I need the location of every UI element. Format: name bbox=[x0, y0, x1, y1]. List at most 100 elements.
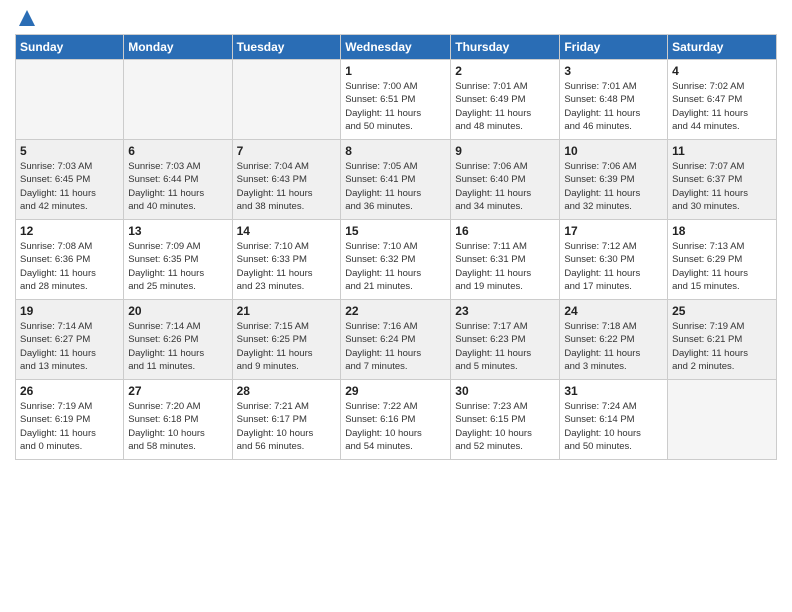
calendar-table: SundayMondayTuesdayWednesdayThursdayFrid… bbox=[15, 34, 777, 460]
calendar-week-row: 5 Sunrise: 7:03 AM Sunset: 6:45 PM Daylig… bbox=[16, 140, 777, 220]
day-number: 22 bbox=[345, 304, 446, 318]
day-info: Sunrise: 7:15 AM Sunset: 6:25 PM Dayligh… bbox=[237, 320, 337, 373]
calendar-day-cell: 14 Sunrise: 7:10 AM Sunset: 6:33 PM Dayli… bbox=[232, 220, 341, 300]
day-info: Sunrise: 7:11 AM Sunset: 6:31 PM Dayligh… bbox=[455, 240, 555, 293]
weekday-header-tuesday: Tuesday bbox=[232, 35, 341, 60]
calendar-day-cell: 5 Sunrise: 7:03 AM Sunset: 6:45 PM Daylig… bbox=[16, 140, 124, 220]
day-number: 8 bbox=[345, 144, 446, 158]
logo-text bbox=[15, 10, 37, 30]
calendar-header: SundayMondayTuesdayWednesdayThursdayFrid… bbox=[16, 35, 777, 60]
calendar-day-cell: 16Sunrise: 7:11 AM Sunset: 6:31 PM Dayli… bbox=[451, 220, 560, 300]
calendar-day-cell: 20 Sunrise: 7:14 AM Sunset: 6:26 PM Dayli… bbox=[124, 300, 232, 380]
calendar-day-cell: 7Sunrise: 7:04 AM Sunset: 6:43 PM Daylig… bbox=[232, 140, 341, 220]
day-info: Sunrise: 7:04 AM Sunset: 6:43 PM Dayligh… bbox=[237, 160, 337, 213]
calendar-day-cell: 10 Sunrise: 7:06 AM Sunset: 6:39 PM Dayli… bbox=[560, 140, 668, 220]
day-number: 3 bbox=[564, 64, 663, 78]
day-info: Sunrise: 7:03 AM Sunset: 6:45 PM Dayligh… bbox=[20, 160, 119, 213]
day-number: 19 bbox=[20, 304, 119, 318]
calendar-day-cell: 27Sunrise: 7:20 AM Sunset: 6:18 PM Dayli… bbox=[124, 380, 232, 460]
day-number: 11 bbox=[672, 144, 772, 158]
weekday-header-saturday: Saturday bbox=[668, 35, 777, 60]
calendar-day-cell: 12Sunrise: 7:08 AM Sunset: 6:36 PM Dayli… bbox=[16, 220, 124, 300]
day-info: Sunrise: 7:17 AM Sunset: 6:23 PM Dayligh… bbox=[455, 320, 555, 373]
day-info: Sunrise: 7:10 AM Sunset: 6:32 PM Dayligh… bbox=[345, 240, 446, 293]
weekday-row: SundayMondayTuesdayWednesdayThursdayFrid… bbox=[16, 35, 777, 60]
day-number: 2 bbox=[455, 64, 555, 78]
day-number: 31 bbox=[564, 384, 663, 398]
day-number: 17 bbox=[564, 224, 663, 238]
calendar-day-cell: 2Sunrise: 7:01 AM Sunset: 6:49 PM Daylig… bbox=[451, 60, 560, 140]
calendar-day-cell: 25Sunrise: 7:19 AM Sunset: 6:21 PM Dayli… bbox=[668, 300, 777, 380]
calendar-week-row: 19Sunrise: 7:14 AM Sunset: 6:27 PM Dayli… bbox=[16, 300, 777, 380]
day-number: 20 bbox=[128, 304, 227, 318]
calendar-day-cell: 9 Sunrise: 7:06 AM Sunset: 6:40 PM Daylig… bbox=[451, 140, 560, 220]
day-info: Sunrise: 7:24 AM Sunset: 6:14 PM Dayligh… bbox=[564, 400, 663, 453]
day-info: Sunrise: 7:18 AM Sunset: 6:22 PM Dayligh… bbox=[564, 320, 663, 373]
calendar-day-cell: 3Sunrise: 7:01 AM Sunset: 6:48 PM Daylig… bbox=[560, 60, 668, 140]
weekday-header-friday: Friday bbox=[560, 35, 668, 60]
weekday-header-wednesday: Wednesday bbox=[341, 35, 451, 60]
day-info: Sunrise: 7:00 AM Sunset: 6:51 PM Dayligh… bbox=[345, 80, 446, 133]
calendar-day-cell: 17Sunrise: 7:12 AM Sunset: 6:30 PM Dayli… bbox=[560, 220, 668, 300]
calendar-day-cell bbox=[668, 380, 777, 460]
day-info: Sunrise: 7:23 AM Sunset: 6:15 PM Dayligh… bbox=[455, 400, 555, 453]
calendar-day-cell: 8Sunrise: 7:05 AM Sunset: 6:41 PM Daylig… bbox=[341, 140, 451, 220]
calendar-body: 1 Sunrise: 7:00 AM Sunset: 6:51 PM Daylig… bbox=[16, 60, 777, 460]
day-number: 9 bbox=[455, 144, 555, 158]
day-number: 26 bbox=[20, 384, 119, 398]
calendar-day-cell: 19Sunrise: 7:14 AM Sunset: 6:27 PM Dayli… bbox=[16, 300, 124, 380]
day-number: 13 bbox=[128, 224, 227, 238]
day-number: 4 bbox=[672, 64, 772, 78]
day-info: Sunrise: 7:06 AM Sunset: 6:39 PM Dayligh… bbox=[564, 160, 663, 213]
calendar-day-cell: 1 Sunrise: 7:00 AM Sunset: 6:51 PM Daylig… bbox=[341, 60, 451, 140]
logo bbox=[15, 10, 37, 26]
calendar-day-cell bbox=[16, 60, 124, 140]
day-info: Sunrise: 7:06 AM Sunset: 6:40 PM Dayligh… bbox=[455, 160, 555, 213]
calendar-day-cell: 29 Sunrise: 7:22 AM Sunset: 6:16 PM Dayli… bbox=[341, 380, 451, 460]
calendar-day-cell: 28 Sunrise: 7:21 AM Sunset: 6:17 PM Dayli… bbox=[232, 380, 341, 460]
weekday-header-sunday: Sunday bbox=[16, 35, 124, 60]
day-info: Sunrise: 7:13 AM Sunset: 6:29 PM Dayligh… bbox=[672, 240, 772, 293]
day-number: 27 bbox=[128, 384, 227, 398]
day-number: 15 bbox=[345, 224, 446, 238]
day-number: 29 bbox=[345, 384, 446, 398]
day-info: Sunrise: 7:19 AM Sunset: 6:19 PM Dayligh… bbox=[20, 400, 119, 453]
day-info: Sunrise: 7:16 AM Sunset: 6:24 PM Dayligh… bbox=[345, 320, 446, 373]
calendar-day-cell: 21Sunrise: 7:15 AM Sunset: 6:25 PM Dayli… bbox=[232, 300, 341, 380]
calendar-day-cell: 23 Sunrise: 7:17 AM Sunset: 6:23 PM Dayli… bbox=[451, 300, 560, 380]
day-number: 5 bbox=[20, 144, 119, 158]
weekday-header-thursday: Thursday bbox=[451, 35, 560, 60]
calendar-day-cell: 24 Sunrise: 7:18 AM Sunset: 6:22 PM Dayli… bbox=[560, 300, 668, 380]
day-number: 24 bbox=[564, 304, 663, 318]
day-number: 23 bbox=[455, 304, 555, 318]
calendar-week-row: 1 Sunrise: 7:00 AM Sunset: 6:51 PM Daylig… bbox=[16, 60, 777, 140]
header bbox=[15, 10, 777, 26]
day-info: Sunrise: 7:08 AM Sunset: 6:36 PM Dayligh… bbox=[20, 240, 119, 293]
day-number: 18 bbox=[672, 224, 772, 238]
day-info: Sunrise: 7:14 AM Sunset: 6:26 PM Dayligh… bbox=[128, 320, 227, 373]
calendar-day-cell: 22 Sunrise: 7:16 AM Sunset: 6:24 PM Dayli… bbox=[341, 300, 451, 380]
calendar-day-cell: 4 Sunrise: 7:02 AM Sunset: 6:47 PM Daylig… bbox=[668, 60, 777, 140]
calendar-day-cell: 31 Sunrise: 7:24 AM Sunset: 6:14 PM Dayli… bbox=[560, 380, 668, 460]
logo-icon bbox=[17, 8, 37, 28]
day-info: Sunrise: 7:22 AM Sunset: 6:16 PM Dayligh… bbox=[345, 400, 446, 453]
day-number: 10 bbox=[564, 144, 663, 158]
page: SundayMondayTuesdayWednesdayThursdayFrid… bbox=[0, 0, 792, 612]
calendar-week-row: 12Sunrise: 7:08 AM Sunset: 6:36 PM Dayli… bbox=[16, 220, 777, 300]
calendar-day-cell: 15 Sunrise: 7:10 AM Sunset: 6:32 PM Dayli… bbox=[341, 220, 451, 300]
day-number: 1 bbox=[345, 64, 446, 78]
day-info: Sunrise: 7:19 AM Sunset: 6:21 PM Dayligh… bbox=[672, 320, 772, 373]
day-info: Sunrise: 7:02 AM Sunset: 6:47 PM Dayligh… bbox=[672, 80, 772, 133]
day-info: Sunrise: 7:21 AM Sunset: 6:17 PM Dayligh… bbox=[237, 400, 337, 453]
calendar-day-cell: 11Sunrise: 7:07 AM Sunset: 6:37 PM Dayli… bbox=[668, 140, 777, 220]
calendar-day-cell bbox=[124, 60, 232, 140]
calendar-day-cell: 30 Sunrise: 7:23 AM Sunset: 6:15 PM Dayli… bbox=[451, 380, 560, 460]
day-number: 14 bbox=[237, 224, 337, 238]
day-number: 28 bbox=[237, 384, 337, 398]
calendar-day-cell: 6Sunrise: 7:03 AM Sunset: 6:44 PM Daylig… bbox=[124, 140, 232, 220]
calendar-week-row: 26 Sunrise: 7:19 AM Sunset: 6:19 PM Dayli… bbox=[16, 380, 777, 460]
day-info: Sunrise: 7:10 AM Sunset: 6:33 PM Dayligh… bbox=[237, 240, 337, 293]
day-info: Sunrise: 7:09 AM Sunset: 6:35 PM Dayligh… bbox=[128, 240, 227, 293]
calendar-day-cell: 26 Sunrise: 7:19 AM Sunset: 6:19 PM Dayli… bbox=[16, 380, 124, 460]
day-number: 30 bbox=[455, 384, 555, 398]
